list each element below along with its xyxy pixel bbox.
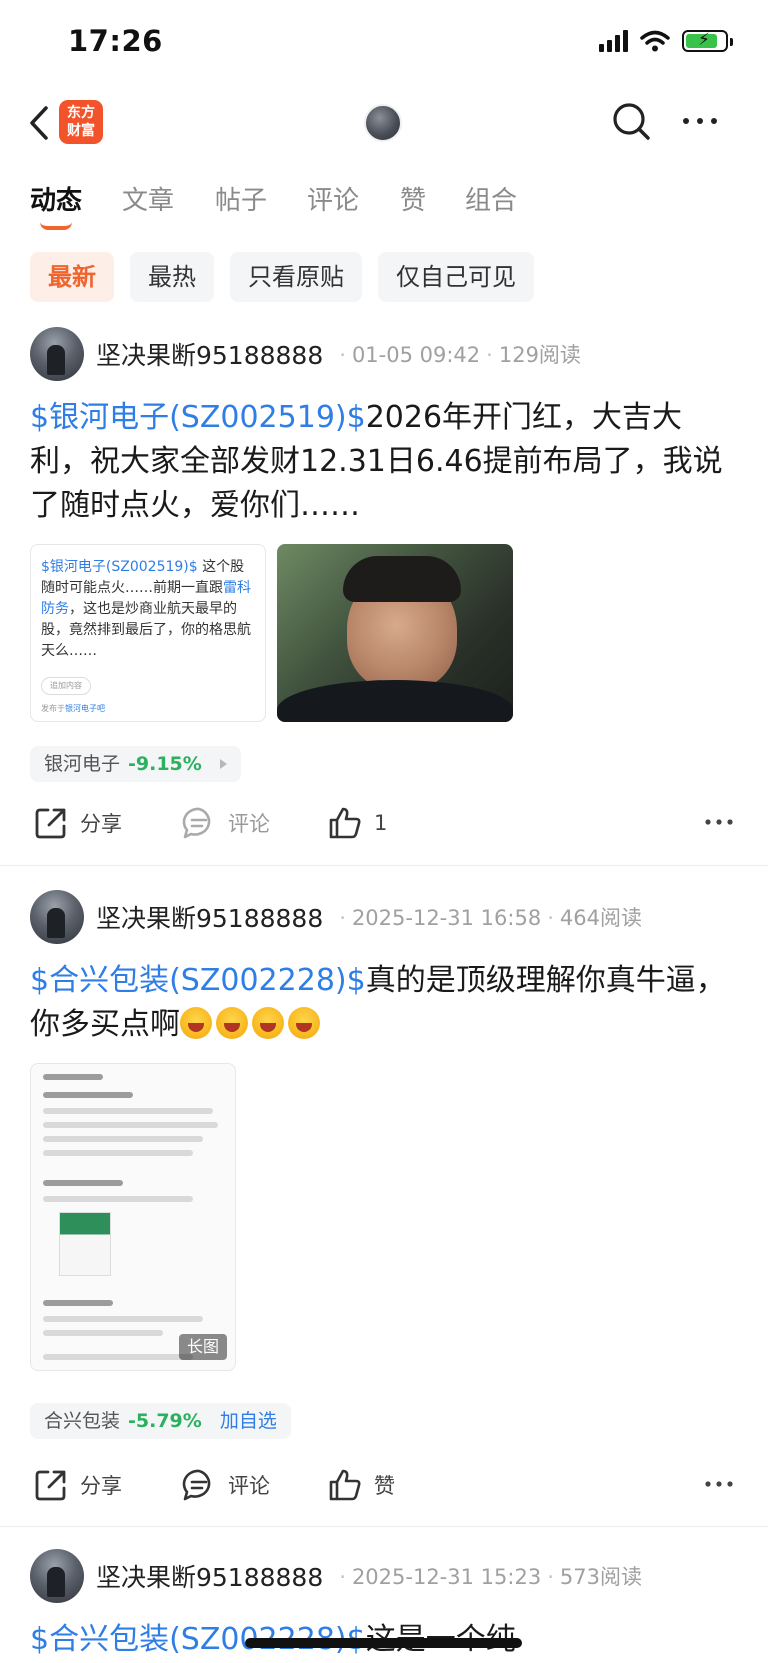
share-icon [35, 808, 66, 839]
cellular-signal-icon [599, 30, 628, 52]
more-icon[interactable] [704, 817, 734, 827]
username[interactable]: 坚决果断95188888 [96, 1558, 323, 1594]
post-header: 坚决果断95188888 · 01-05 09:42 · 129阅读 [30, 326, 581, 382]
comment-icon [182, 1469, 211, 1501]
filter-hottest[interactable]: 最热 [130, 252, 214, 302]
post-reads: 573阅读 [559, 1565, 642, 1589]
tab-articles[interactable]: 文章 [122, 180, 174, 217]
share-button[interactable]: 分享 [34, 1462, 122, 1508]
wifi-icon [640, 30, 670, 52]
comment-button[interactable]: 评论 [182, 800, 270, 846]
app-logo[interactable]: 东方 财富 [59, 100, 103, 144]
post-reads: 464阅读 [559, 906, 642, 930]
filter-latest[interactable]: 最新 [30, 252, 114, 302]
stock-tag-link[interactable]: $合兴包装(SZ002228)$ [30, 963, 366, 998]
thumbs-up-icon [329, 1469, 361, 1501]
filter-self-visible[interactable]: 仅自己可见 [378, 252, 534, 302]
share-icon [35, 1470, 66, 1501]
post-meta: · 2025-12-31 15:23 · 573阅读 [339, 1565, 642, 1589]
home-indicator [245, 1638, 522, 1648]
stock-name: 银河电子 [44, 753, 121, 775]
battery-icon: ⚡ [682, 30, 733, 52]
stock-change: -9.15% [128, 753, 202, 775]
post-body[interactable]: $银河电子(SZ002519)$2026年开门红，大吉大利，祝大家全部发财12.… [30, 396, 740, 528]
back-icon[interactable] [26, 104, 52, 142]
comment-button[interactable]: 评论 [182, 1462, 270, 1508]
laughing-emoji-icon [216, 1007, 248, 1039]
laughing-emoji-icon [288, 1007, 320, 1039]
nav-bar: 东方 财富 [0, 90, 768, 156]
post-actions: 分享 评论 赞 [0, 1462, 768, 1508]
thumbs-up-icon [329, 807, 361, 839]
append-content-pill: 追加内容 [41, 677, 91, 695]
post-actions: 分享 评论 1 [0, 800, 768, 846]
stock-name: 合兴包装 [44, 1410, 121, 1432]
status-time: 17:26 [68, 24, 163, 58]
avatar[interactable] [30, 1549, 84, 1603]
stock-change: -5.79% [128, 1410, 202, 1432]
post-time: 01-05 09:42 [351, 343, 481, 367]
tab-portfolio[interactable]: 组合 [465, 180, 517, 217]
comment-icon [182, 807, 211, 839]
more-icon[interactable] [704, 1479, 734, 1489]
tab-likes[interactable]: 赞 [400, 180, 426, 217]
post-meta: · 01-05 09:42 · 129阅读 [339, 343, 581, 367]
profile-tabs: 动态 文章 帖子 评论 赞 组合 [0, 180, 768, 236]
post-card: 坚决果断95188888 · 01-05 09:42 · 129阅读 $银河电子(SZ… [0, 326, 768, 866]
laughing-emoji-icon [180, 1007, 212, 1039]
profile-avatar[interactable] [364, 104, 402, 142]
filter-original-only[interactable]: 只看原贴 [230, 252, 362, 302]
avatar[interactable] [30, 890, 84, 944]
like-button[interactable]: 1 [328, 800, 387, 846]
tab-dynamics[interactable]: 动态 [30, 180, 82, 217]
stock-chip[interactable]: 合兴包装 -5.79% 加自选 [30, 1403, 291, 1439]
laughing-emoji-icon [252, 1007, 284, 1039]
post-divider [0, 1526, 768, 1527]
status-bar: 17:26 ⚡ [0, 0, 768, 84]
long-image-thumbnail[interactable]: 长图 [30, 1063, 236, 1371]
post-body[interactable]: $合兴包装(SZ002228)$真的是顶级理解你真牛逼，你多买点啊 [30, 959, 740, 1047]
username[interactable]: 坚决果断95188888 [96, 899, 323, 935]
post-header: 坚决果断95188888 · 2025-12-31 16:58 · 464阅读 [30, 889, 642, 945]
post-time: 2025-12-31 15:23 [351, 1565, 542, 1589]
post-card: 坚决果断95188888 · 2025-12-31 16:58 · 464阅读 $合兴… [0, 889, 768, 1519]
username[interactable]: 坚决果断95188888 [96, 336, 323, 372]
post-photo[interactable] [277, 544, 513, 722]
more-icon[interactable] [680, 114, 720, 128]
quoted-post-footer: 发布于银河电子吧 [41, 704, 105, 713]
chevron-right-icon [219, 759, 227, 769]
share-button[interactable]: 分享 [34, 800, 122, 846]
status-icons: ⚡ [599, 28, 733, 54]
stock-chip[interactable]: 银河电子 -9.15% [30, 746, 241, 782]
like-button[interactable]: 赞 [328, 1462, 395, 1508]
long-image-badge: 长图 [178, 1334, 227, 1360]
search-icon[interactable] [612, 102, 652, 142]
active-tab-indicator [40, 222, 72, 230]
filter-chips: 最新 最热 只看原贴 仅自己可见 [30, 252, 534, 302]
post-time: 2025-12-31 16:58 [351, 906, 542, 930]
stock-tag-link[interactable]: $银河电子(SZ002519)$ [30, 400, 366, 435]
post-header: 坚决果断95188888 · 2025-12-31 15:23 · 573阅读 [30, 1548, 642, 1604]
quoted-post-text: $银河电子(SZ002519)$ 这个股随时可能点火……前期一直跟雷科防务，这也… [41, 559, 251, 659]
quoted-post-thumbnail[interactable]: $银河电子(SZ002519)$ 这个股随时可能点火……前期一直跟雷科防务，这也… [30, 544, 266, 722]
post-divider [0, 865, 768, 866]
add-to-watchlist-button[interactable]: 加自选 [220, 1403, 277, 1439]
post-meta: · 2025-12-31 16:58 · 464阅读 [339, 906, 642, 930]
post-reads: 129阅读 [498, 343, 581, 367]
tab-comments[interactable]: 评论 [307, 180, 359, 217]
tab-posts[interactable]: 帖子 [215, 180, 267, 217]
avatar[interactable] [30, 327, 84, 381]
